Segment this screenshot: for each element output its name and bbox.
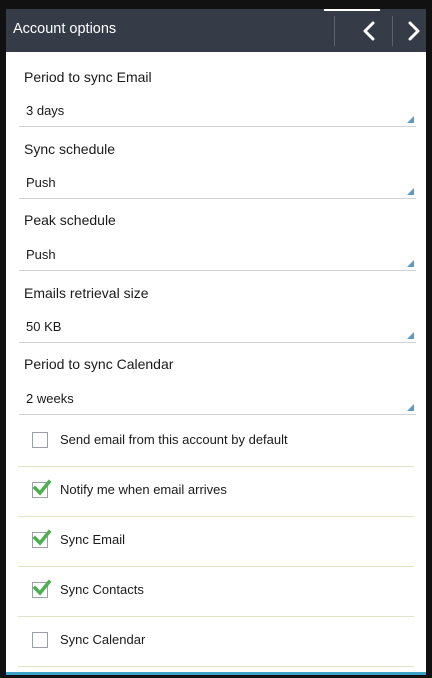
action-bar: Account options bbox=[6, 9, 426, 52]
nav-divider bbox=[334, 16, 335, 46]
checkmark-icon bbox=[32, 579, 52, 596]
device-frame: Account options Period to sync Email 3 d… bbox=[0, 0, 432, 678]
send-email-default-row[interactable]: Send email from this account by default bbox=[6, 417, 426, 467]
setting-label-emails-retrieval-size: Emails retrieval size bbox=[24, 285, 149, 301]
setting-label-sync-schedule: Sync schedule bbox=[24, 141, 116, 157]
dropdown-value: 2 weeks bbox=[26, 391, 74, 406]
sync-calendar-row[interactable]: Sync Calendar bbox=[6, 617, 426, 667]
row-divider bbox=[18, 666, 414, 667]
sync-calendar-checkbox[interactable] bbox=[32, 632, 48, 648]
chevron-left-icon bbox=[363, 21, 375, 40]
dropdown-value: 3 days bbox=[26, 103, 65, 118]
dropdown-value: 50 KB bbox=[26, 319, 62, 334]
setting-label-period-sync-email: Period to sync Email bbox=[24, 69, 152, 85]
checkmark-icon bbox=[32, 479, 52, 496]
checkbox-label: Sync Calendar bbox=[60, 632, 146, 647]
checkbox-label: Send email from this account by default bbox=[60, 432, 288, 447]
dropdown-caret-icon bbox=[407, 404, 414, 411]
account-options-screen: Account options Period to sync Email 3 d… bbox=[6, 9, 426, 675]
checkbox-label: Sync Contacts bbox=[60, 582, 144, 597]
emails-retrieval-size-dropdown[interactable]: 50 KB bbox=[19, 314, 416, 343]
sync-schedule-dropdown[interactable]: Push bbox=[19, 170, 416, 199]
previous-button[interactable] bbox=[346, 9, 392, 52]
checkbox-label: Sync Email bbox=[60, 532, 126, 547]
peak-schedule-dropdown[interactable]: Push bbox=[19, 242, 416, 271]
dropdown-caret-icon bbox=[407, 332, 414, 339]
sync-email-checkbox[interactable] bbox=[32, 529, 52, 548]
notify-email-row[interactable]: Notify me when email arrives bbox=[6, 467, 426, 517]
period-sync-calendar-dropdown[interactable]: 2 weeks bbox=[19, 386, 416, 415]
dropdown-caret-icon bbox=[407, 116, 414, 123]
dropdown-value: Push bbox=[26, 175, 56, 190]
sync-contacts-row[interactable]: Sync Contacts bbox=[6, 567, 426, 617]
checkmark-icon bbox=[32, 529, 52, 546]
setting-label-period-sync-calendar: Period to sync Calendar bbox=[24, 356, 174, 372]
dropdown-caret-icon bbox=[407, 188, 414, 195]
next-button[interactable] bbox=[391, 9, 426, 52]
accent-stripe bbox=[6, 672, 426, 675]
checkbox-label: Notify me when email arrives bbox=[60, 482, 227, 497]
chevron-right-icon bbox=[408, 21, 420, 40]
sync-contacts-checkbox[interactable] bbox=[32, 579, 52, 598]
dropdown-value: Push bbox=[26, 247, 56, 262]
notify-email-checkbox[interactable] bbox=[32, 479, 52, 498]
page-title: Account options bbox=[13, 21, 117, 37]
sync-email-row[interactable]: Sync Email bbox=[6, 517, 426, 567]
setting-label-peak-schedule: Peak schedule bbox=[24, 212, 116, 228]
period-sync-email-dropdown[interactable]: 3 days bbox=[19, 98, 416, 127]
dropdown-caret-icon bbox=[407, 260, 414, 267]
send-email-default-checkbox[interactable] bbox=[32, 432, 48, 448]
